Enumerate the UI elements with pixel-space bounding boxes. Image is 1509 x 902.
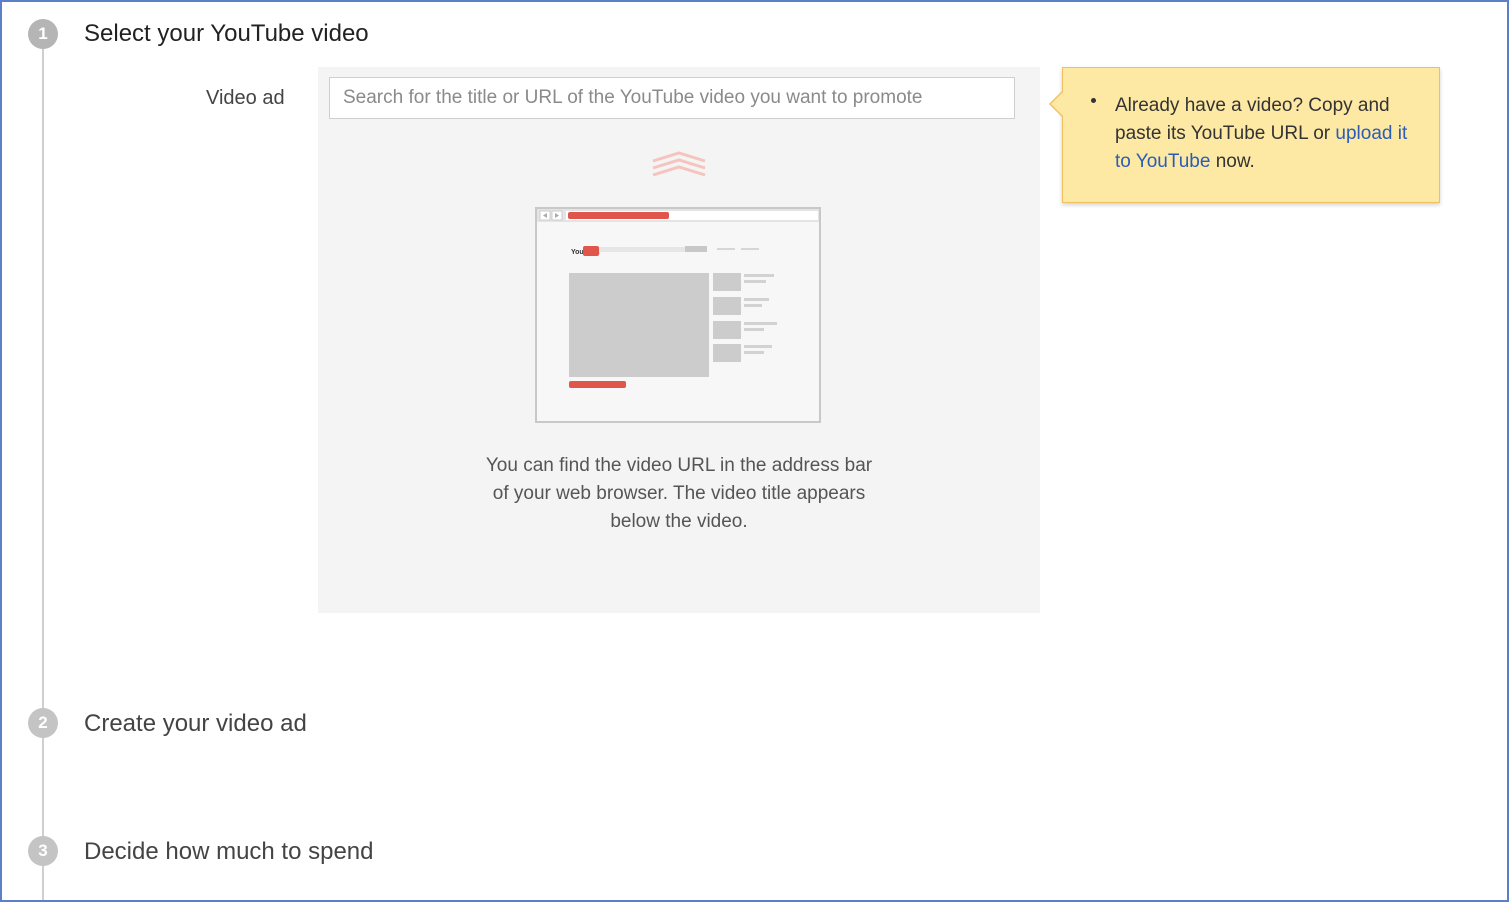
step-2-title[interactable]: Create your video ad xyxy=(84,710,307,738)
chevron-up-icon xyxy=(652,151,706,177)
step-1-badge: 1 xyxy=(28,19,58,49)
page-frame: 1 Select your YouTube video Video ad You… xyxy=(0,0,1509,902)
step-3-title[interactable]: Decide how much to spend xyxy=(84,838,374,866)
browser-illustration: YouTube xyxy=(535,207,821,423)
tooltip-arrow-fill xyxy=(1051,91,1064,117)
tooltip-text: Already have a video? Copy and paste its… xyxy=(1115,92,1415,176)
video-search-input[interactable] xyxy=(329,77,1015,119)
tooltip-text-after: now. xyxy=(1210,151,1255,172)
bullet-icon xyxy=(1091,98,1096,103)
video-search-panel: YouTube xyxy=(318,67,1040,613)
step-timeline xyxy=(42,32,44,900)
step-3-badge: 3 xyxy=(28,836,58,866)
video-url-help-text: You can find the video URL in the addres… xyxy=(485,455,873,532)
youtube-page-illustration: YouTube xyxy=(537,209,819,388)
video-ad-label: Video ad xyxy=(206,87,285,109)
upload-tip-tooltip: Already have a video? Copy and paste its… xyxy=(1049,67,1440,203)
step-1-title[interactable]: Select your YouTube video xyxy=(84,20,369,48)
step-2-badge: 2 xyxy=(28,708,58,738)
